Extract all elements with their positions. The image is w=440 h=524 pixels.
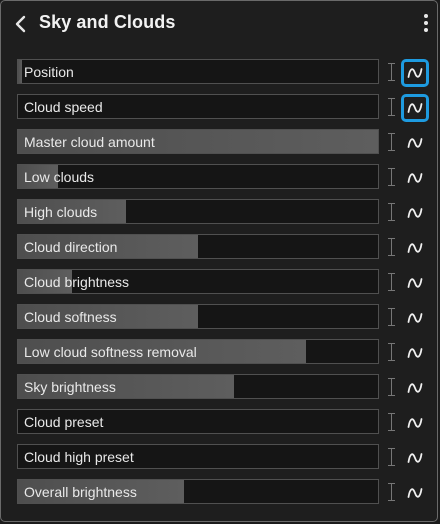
keyframe-curve-icon[interactable] — [401, 269, 429, 297]
panel-title: Sky and Clouds — [39, 12, 176, 32]
keyframe-curve-icon[interactable] — [401, 234, 429, 262]
parameter-label: Cloud softness — [24, 309, 117, 325]
parameter-row: Cloud preset — [17, 409, 435, 436]
drag-handle-icon[interactable] — [388, 202, 396, 222]
drag-handle-icon[interactable] — [388, 342, 396, 362]
parameter-label: Cloud speed — [24, 99, 103, 115]
keyframe-curve-icon[interactable] — [401, 304, 429, 332]
panel-header: Sky and Clouds — [1, 1, 437, 47]
parameter-slider[interactable]: Cloud high preset — [17, 444, 379, 469]
parameter-row: Cloud direction — [17, 234, 435, 261]
drag-handle-icon[interactable] — [388, 412, 396, 432]
keyframe-curve-icon[interactable] — [401, 94, 429, 122]
keyframe-curve-icon[interactable] — [401, 444, 429, 472]
drag-handle-icon[interactable] — [388, 97, 396, 117]
keyframe-curve-icon[interactable] — [401, 59, 429, 87]
drag-handle-icon[interactable] — [388, 167, 396, 187]
more-options-icon[interactable] — [421, 13, 431, 35]
parameter-slider[interactable]: High clouds — [17, 199, 379, 224]
parameter-slider[interactable]: Sky brightness — [17, 374, 379, 399]
parameter-label: Master cloud amount — [24, 134, 155, 150]
parameter-row: Sky brightness — [17, 374, 435, 401]
parameter-slider[interactable]: Master cloud amount — [17, 129, 379, 154]
parameter-label: Position — [24, 64, 74, 80]
parameter-slider[interactable]: Overall brightness — [17, 479, 379, 504]
parameter-label: Sky brightness — [24, 379, 116, 395]
parameter-slider[interactable]: Cloud direction — [17, 234, 379, 259]
parameter-label: Low cloud softness removal — [24, 344, 197, 360]
slider-fill — [18, 60, 22, 83]
keyframe-curve-icon[interactable] — [401, 409, 429, 437]
parameter-slider[interactable]: Low clouds — [17, 164, 379, 189]
parameter-label: Cloud high preset — [24, 449, 134, 465]
parameter-slider[interactable]: Low cloud softness removal — [17, 339, 379, 364]
parameter-label: Cloud direction — [24, 239, 118, 255]
parameter-row: Cloud high preset — [17, 444, 435, 471]
parameter-label: Cloud preset — [24, 414, 104, 430]
drag-handle-icon[interactable] — [388, 307, 396, 327]
parameter-label: Overall brightness — [24, 484, 137, 500]
parameter-slider[interactable]: Cloud brightness — [17, 269, 379, 294]
parameter-row: Cloud speed — [17, 94, 435, 122]
keyframe-curve-icon[interactable] — [401, 129, 429, 157]
parameter-label: Low clouds — [24, 169, 95, 185]
drag-handle-icon[interactable] — [388, 482, 396, 502]
parameter-slider[interactable]: Cloud preset — [17, 409, 379, 434]
parameter-list: Position Cloud speed Master cloud amount Lo… — [17, 59, 435, 514]
parameter-label: High clouds — [24, 204, 98, 220]
parameter-row: Low cloud softness removal — [17, 339, 435, 366]
parameter-row: Cloud brightness — [17, 269, 435, 296]
parameter-row: High clouds — [17, 199, 435, 226]
drag-handle-icon[interactable] — [388, 132, 396, 152]
drag-handle-icon[interactable] — [388, 62, 396, 82]
parameter-row: Position — [17, 59, 435, 87]
keyframe-curve-icon[interactable] — [401, 374, 429, 402]
sky-and-clouds-panel: Sky and Clouds Position Cloud speed Master… — [0, 0, 438, 522]
drag-handle-icon[interactable] — [388, 377, 396, 397]
back-chevron-icon[interactable] — [13, 13, 29, 35]
parameter-row: Low clouds — [17, 164, 435, 191]
parameter-slider[interactable]: Cloud speed — [17, 94, 379, 119]
parameter-slider[interactable]: Cloud softness — [17, 304, 379, 329]
drag-handle-icon[interactable] — [388, 447, 396, 467]
parameter-slider[interactable]: Position — [17, 59, 379, 84]
keyframe-curve-icon[interactable] — [401, 479, 429, 507]
drag-handle-icon[interactable] — [388, 272, 396, 292]
parameter-label: Cloud brightness — [24, 274, 130, 290]
keyframe-curve-icon[interactable] — [401, 339, 429, 367]
keyframe-curve-icon[interactable] — [401, 164, 429, 192]
keyframe-curve-icon[interactable] — [401, 199, 429, 227]
parameter-row: Master cloud amount — [17, 129, 435, 156]
drag-handle-icon[interactable] — [388, 237, 396, 257]
parameter-row: Overall brightness — [17, 479, 435, 506]
parameter-row: Cloud softness — [17, 304, 435, 331]
